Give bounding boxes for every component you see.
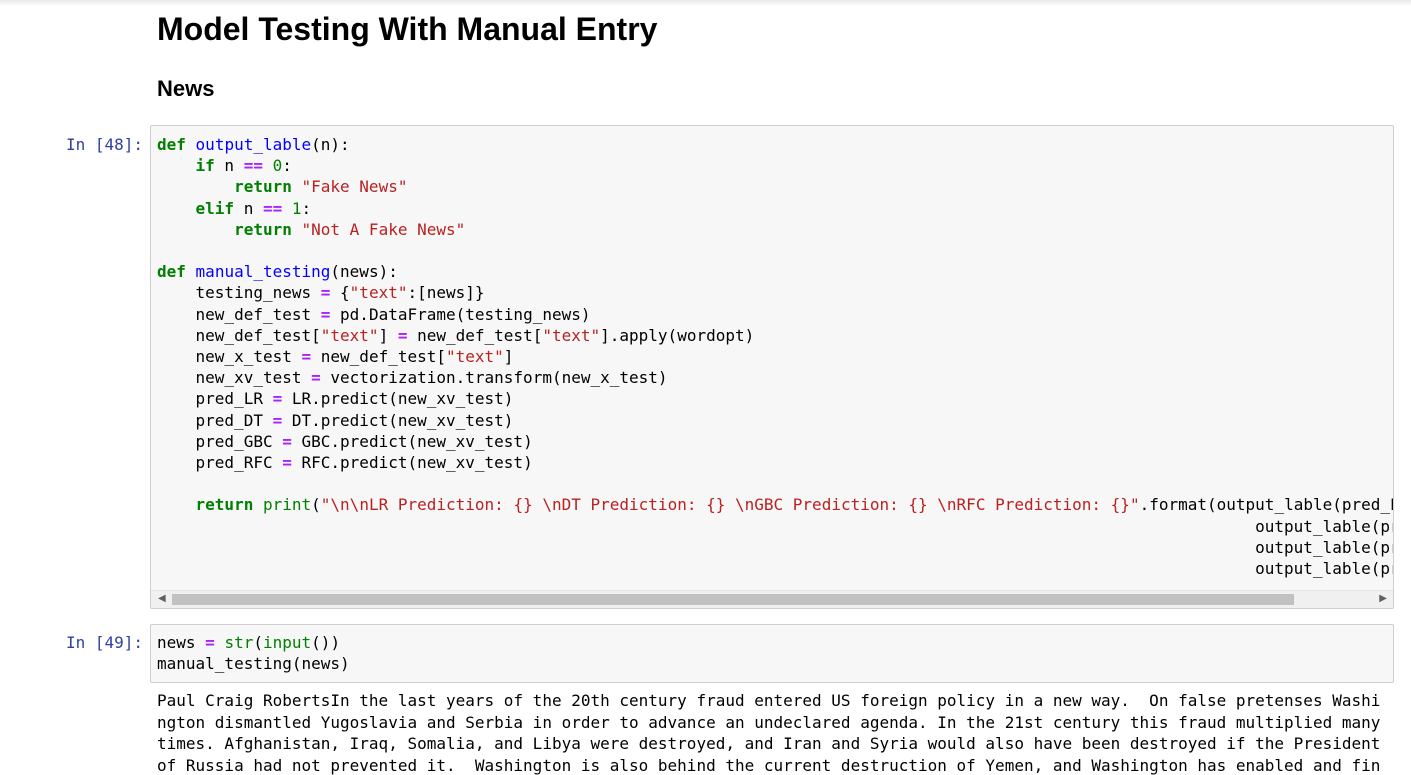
code-editor-48[interactable]: def output_lable(n): if n == 0: return "… — [151, 126, 1393, 579]
notebook-top-edge — [0, 0, 1411, 6]
triangle-right-icon[interactable]: ▶ — [1379, 593, 1387, 605]
cell-prompt-49: In [49]: — [66, 633, 144, 652]
cell-output-49: Paul Craig RobertsIn the last years of t… — [157, 691, 1381, 775]
code-cell-48[interactable]: def output_lable(n): if n == 0: return "… — [150, 125, 1394, 609]
scrollbar-thumb[interactable] — [172, 594, 1294, 605]
notebook-heading: Model Testing With Manual Entry — [157, 11, 658, 47]
code-editor-49[interactable]: news = str(input()) manual_testing(news) — [151, 625, 1393, 674]
code-cell-49[interactable]: news = str(input()) manual_testing(news) — [150, 624, 1394, 683]
horizontal-scrollbar[interactable]: ◀ ▶ — [151, 590, 1393, 608]
notebook-subheading: News — [157, 76, 215, 101]
cell-prompt-48: In [48]: — [66, 135, 144, 154]
triangle-left-icon[interactable]: ◀ — [158, 593, 166, 605]
